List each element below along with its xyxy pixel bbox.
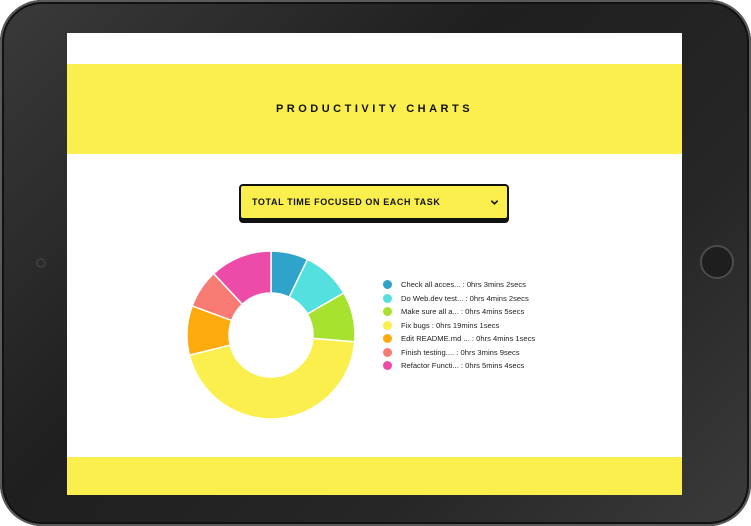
chart-type-select[interactable]: TOTAL TIME FOCUSED ON EACH TASK [239, 184, 509, 220]
legend-item[interactable]: Make sure all a... : 0hrs 4mins 5secs [383, 305, 613, 318]
legend-label: Check all acces... : 0hrs 3mins 2secs [401, 280, 526, 289]
legend-swatch [383, 334, 392, 343]
legend-item[interactable]: Refactor Functi... : 0hrs 5mins 4secs [383, 359, 613, 372]
legend-item[interactable]: Check all acces... : 0hrs 3mins 2secs [383, 278, 613, 291]
footer [67, 457, 682, 495]
legend-swatch [383, 307, 392, 316]
header: PRODUCTIVITY CHARTS [67, 64, 682, 154]
legend-label: Finish testing.... : 0hrs 3mins 9secs [401, 347, 520, 357]
legend-label: Fix bugs : 0hrs 19mins 1secs [401, 320, 500, 330]
legend-swatch [383, 361, 392, 370]
chart-legend: Check all acces... : 0hrs 3mins 2secs Do … [383, 278, 613, 373]
legend-label: Refactor Functi... : 0hrs 5mins 4secs [401, 361, 525, 370]
camera [36, 258, 46, 268]
page-title: PRODUCTIVITY CHARTS [275, 103, 474, 115]
legend-label: Edit README.md ... : 0hrs 4mins 1secs [401, 334, 536, 343]
legend-item[interactable]: Fix bugs : 0hrs 19mins 1secs [383, 319, 613, 332]
app-screen: PRODUCTIVITY CHARTS TOTAL TIME FOCUSED O… [67, 33, 682, 495]
legend-item[interactable]: Edit README.md ... : 0hrs 4mins 1secs [383, 332, 613, 345]
home-button[interactable] [700, 245, 734, 279]
legend-swatch [383, 320, 392, 330]
legend-swatch [383, 347, 392, 357]
legend-item[interactable]: Do Web.dev test... : 0hrs 4mins 2secs [383, 292, 613, 305]
legend-item[interactable]: Finish testing.... : 0hrs 3mins 9secs [383, 346, 613, 359]
legend-label: Make sure all a... : 0hrs 4mins 5secs [401, 307, 525, 316]
chevron-down-icon [490, 198, 499, 207]
legend-label: Do Web.dev test... : 0hrs 4mins 2secs [401, 293, 529, 303]
chart-type-select-value: TOTAL TIME FOCUSED ON EACH TASK [252, 197, 441, 207]
donut-slice[interactable] [188, 337, 356, 420]
legend-swatch [383, 280, 392, 289]
legend-swatch [383, 293, 392, 303]
tablet-frame: PRODUCTIVITY CHARTS TOTAL TIME FOCUSED O… [0, 0, 751, 526]
donut-chart [186, 250, 356, 420]
